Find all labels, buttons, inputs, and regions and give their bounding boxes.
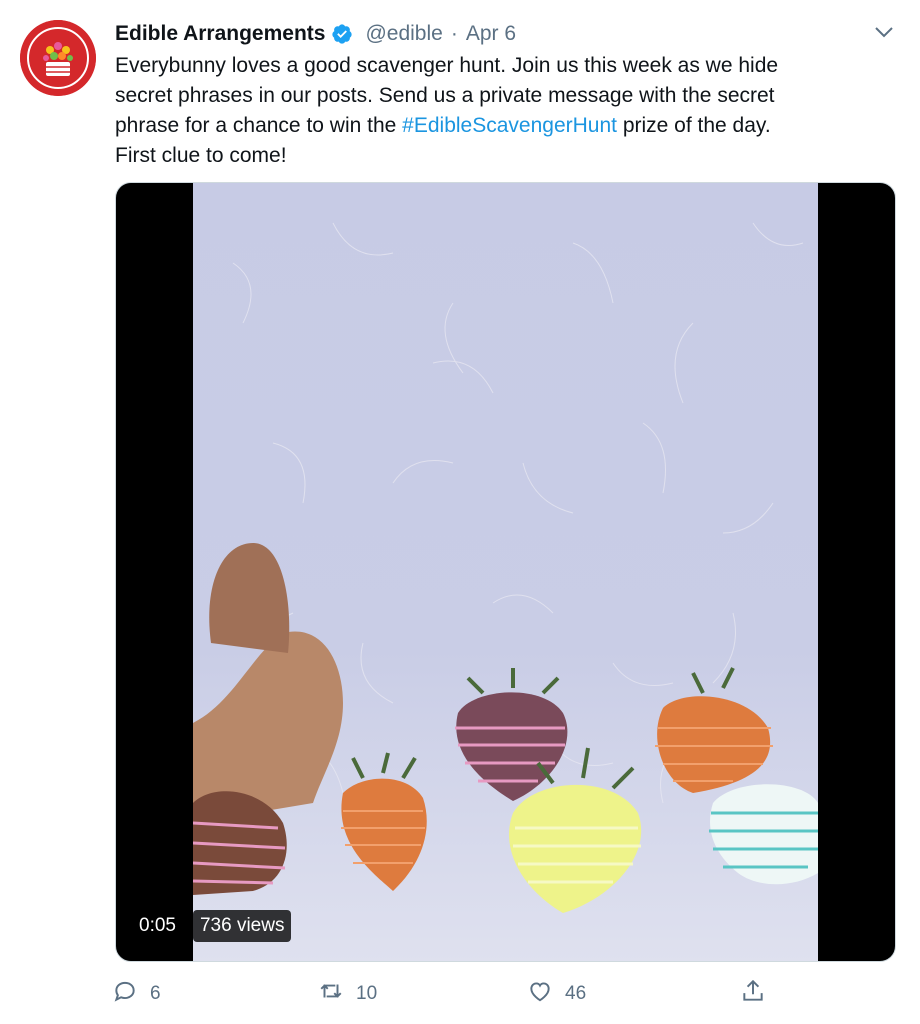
tweet-text: Everybunny loves a good scavenger hunt. …	[115, 51, 875, 171]
retweet-button[interactable]: 10	[318, 978, 377, 1010]
tweet-actions: 6 10 46	[112, 978, 892, 1010]
tweet-text-segment: prize of the day.	[616, 114, 771, 137]
share-icon	[740, 978, 766, 1010]
retweet-icon	[318, 978, 344, 1010]
like-button[interactable]: 46	[527, 978, 586, 1010]
tweet-text-line: First clue to come!	[115, 144, 287, 167]
tweet-header: Edible Arrangements @edible · Apr 6	[115, 18, 516, 50]
hashtag-link[interactable]: #EdibleScavengerHunt	[402, 114, 617, 137]
like-count: 46	[565, 983, 587, 1004]
reply-button[interactable]: 6	[112, 978, 161, 1010]
tweet-text-line: Everybunny loves a good scavenger hunt. …	[115, 54, 779, 77]
verified-badge-icon	[331, 23, 353, 45]
reply-count: 6	[150, 983, 161, 1004]
tweet-text-segment: phrase for a chance to win the	[115, 114, 403, 137]
share-button[interactable]	[740, 978, 766, 1010]
video-badges: 0:05 736 views	[132, 910, 292, 942]
reply-icon	[112, 978, 138, 1010]
author-handle[interactable]: @edible	[365, 22, 442, 46]
video-frame	[193, 183, 818, 961]
video-time: 0:05	[132, 910, 183, 942]
separator-dot: ·	[450, 22, 458, 45]
video-player[interactable]: 0:05 736 views	[115, 182, 896, 962]
tweet-text-line: phrase for a chance to win the #EdibleSc…	[115, 111, 875, 141]
tweet-text-line: secret phrases in our posts. Send us a p…	[115, 84, 775, 107]
edible-logo-icon	[20, 20, 96, 96]
tweet-date[interactable]: Apr 6	[466, 22, 516, 46]
chevron-down-icon[interactable]	[872, 22, 896, 42]
retweet-count: 10	[356, 983, 378, 1004]
avatar[interactable]	[20, 20, 96, 96]
author-name[interactable]: Edible Arrangements	[115, 22, 325, 46]
like-icon	[527, 978, 553, 1010]
video-views: 736 views	[192, 910, 292, 942]
